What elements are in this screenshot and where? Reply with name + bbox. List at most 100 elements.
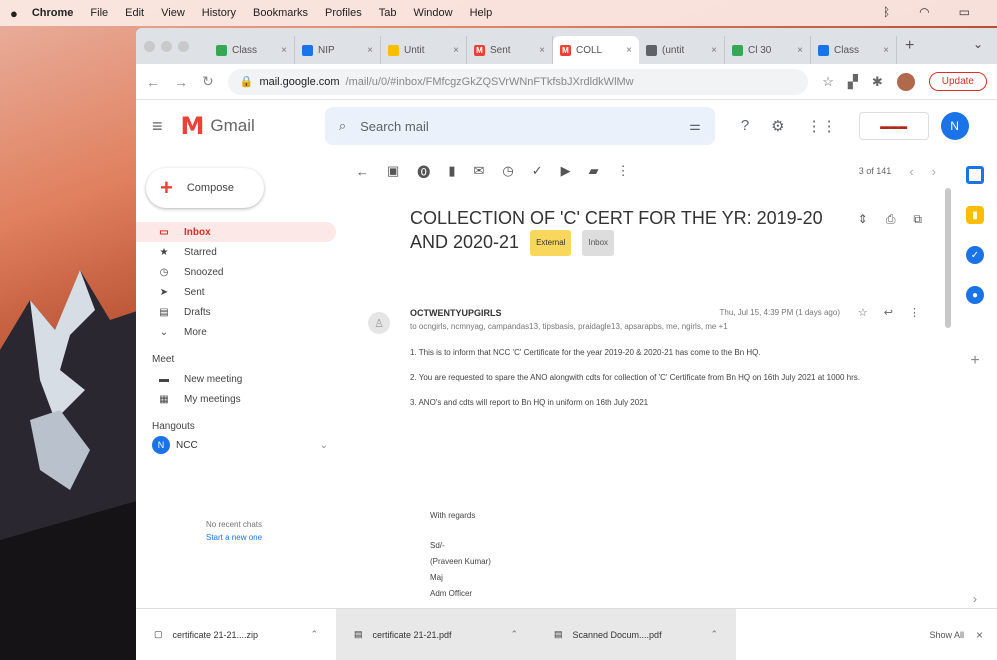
browser-tab[interactable]: (untit × [639, 36, 725, 64]
menu-window[interactable]: Window [413, 7, 452, 19]
download-item[interactable]: ▤ Scanned Docum....pdf ⌃ [536, 608, 736, 660]
hide-panel-icon[interactable]: › [973, 592, 977, 606]
hangouts-user[interactable]: N NCC ⌄ [136, 436, 346, 454]
menu-tab[interactable]: Tab [379, 7, 397, 19]
display-icon[interactable]: ▭ [959, 5, 970, 19]
tab-search-icon[interactable]: ⌄ [973, 37, 983, 51]
close-tab-icon[interactable]: × [539, 45, 545, 56]
label-icon[interactable]: ▰ [589, 163, 599, 179]
calendar-icon[interactable] [966, 166, 984, 184]
menu-file[interactable]: File [90, 7, 108, 19]
close-tab-icon[interactable]: × [711, 45, 717, 56]
close-tab-icon[interactable]: × [367, 45, 373, 56]
forward-icon[interactable]: → [174, 74, 188, 90]
sidebar-item-more[interactable]: ⌄ More [136, 322, 336, 342]
open-new-window-icon[interactable]: ⧉ [913, 212, 922, 227]
sidebar-item-sent[interactable]: ➤ Sent [136, 282, 336, 302]
sidebar-item-my-meetings[interactable]: ▦ My meetings [136, 389, 336, 409]
browser-tab[interactable]: NIP × [295, 36, 381, 64]
back-to-inbox-icon[interactable]: ← [356, 164, 369, 179]
newer-icon[interactable]: ‹ [909, 164, 913, 179]
close-window-button[interactable] [144, 40, 155, 52]
delete-icon[interactable]: ▮ [448, 163, 455, 179]
recipients[interactable]: to ocngirls, ncmnyag, campandas13, tipsb… [410, 322, 910, 331]
browser-tab-active[interactable]: M COLL × [553, 36, 639, 64]
close-tab-icon[interactable]: × [453, 45, 459, 56]
sidebar-item-starred[interactable]: ★ Starred [136, 242, 336, 262]
chevron-up-icon[interactable]: ⌃ [510, 629, 518, 640]
start-new-chat-link[interactable]: Start a new one [206, 531, 262, 544]
keep-icon[interactable]: ▮ [966, 206, 984, 224]
sidebar-item-inbox[interactable]: ▭ Inbox [136, 222, 336, 242]
add-task-icon[interactable]: ✓ [532, 163, 543, 179]
reply-icon[interactable]: ↩ [884, 306, 893, 319]
browser-tab[interactable]: M Sent × [467, 36, 553, 64]
address-bar[interactable]: 🔒 mail.google.com/mail/u/0/#inbox/FMfcgz… [227, 68, 809, 95]
sender-name[interactable]: OCTWENTYUPGIRLS [410, 308, 502, 318]
expand-arrows-icon[interactable]: ⇕ [858, 212, 868, 227]
compose-button[interactable]: + Compose [146, 168, 264, 208]
gmail-logo-icon[interactable]: M [181, 112, 205, 140]
show-all-downloads-button[interactable]: Show All [929, 630, 964, 640]
mark-unread-icon[interactable]: ✉ [473, 163, 484, 179]
bluetooth-icon[interactable]: ᛒ [883, 5, 890, 19]
close-icon[interactable]: × [976, 628, 983, 642]
browser-tab[interactable]: Untit × [381, 36, 467, 64]
search-input[interactable]: ⌕ Search mail ⚌ [324, 107, 715, 145]
sidebar-item-snoozed[interactable]: ◷ Snoozed [136, 262, 336, 282]
search-options-icon[interactable]: ⚌ [689, 118, 701, 134]
message-scrollbar[interactable] [945, 188, 951, 328]
apps-grid-icon[interactable]: ⋮⋮ [807, 117, 837, 135]
reload-icon[interactable]: ↻ [202, 73, 214, 90]
download-item[interactable]: ▤ certificate 21-21.pdf ⌃ [336, 608, 536, 660]
browser-tab[interactable]: Class × [811, 36, 897, 64]
print-icon[interactable]: ⎙ [886, 212, 896, 227]
close-tab-icon[interactable]: × [626, 45, 632, 56]
chevron-down-icon[interactable]: ⌄ [320, 440, 328, 451]
external-label[interactable]: External [530, 230, 572, 257]
back-icon[interactable]: ← [146, 74, 160, 90]
settings-icon[interactable]: ⚙ [771, 117, 784, 135]
report-spam-icon[interactable]: ⓿ [417, 162, 430, 181]
bookmark-star-icon[interactable]: ☆ [822, 74, 834, 90]
sidebar-item-drafts[interactable]: ▤ Drafts [136, 302, 336, 322]
sidebar-item-new-meeting[interactable]: ▬ New meeting [136, 369, 336, 389]
menu-help[interactable]: Help [470, 7, 493, 19]
snooze-icon[interactable]: ◷ [502, 163, 513, 179]
apple-icon[interactable]: ● [10, 6, 18, 21]
tasks-icon[interactable]: ✓ [966, 246, 984, 264]
puzzle-icon[interactable]: ✱ [872, 74, 883, 90]
browser-tab[interactable]: Class × [209, 36, 295, 64]
chevron-up-icon[interactable]: ⌃ [710, 629, 718, 640]
menu-chrome[interactable]: Chrome [32, 7, 74, 19]
search-icon[interactable]: ⌕ [339, 118, 346, 134]
download-item[interactable]: ▢ certificate 21-21....zip ⌃ [136, 609, 336, 660]
more-options-icon[interactable]: ⋮ [617, 163, 630, 179]
minimize-window-button[interactable] [161, 40, 172, 52]
contacts-icon[interactable]: ● [966, 286, 984, 304]
close-tab-icon[interactable]: × [883, 45, 889, 56]
close-tab-icon[interactable]: × [281, 45, 287, 56]
main-menu-icon[interactable]: ≡ [152, 116, 163, 137]
browser-tab[interactable]: Cl 30 × [725, 36, 811, 64]
menu-profiles[interactable]: Profiles [325, 7, 362, 19]
add-addon-icon[interactable]: + [970, 352, 979, 370]
maximize-window-button[interactable] [178, 40, 189, 52]
menu-view[interactable]: View [161, 7, 185, 19]
star-icon[interactable]: ☆ [858, 306, 868, 319]
chevron-up-icon[interactable]: ⌃ [310, 629, 318, 640]
wifi-icon[interactable]: ◠ [919, 5, 929, 19]
close-tab-icon[interactable]: × [797, 45, 803, 56]
menu-edit[interactable]: Edit [125, 7, 144, 19]
update-button[interactable]: Update [928, 72, 987, 91]
new-tab-button[interactable]: + [905, 37, 914, 55]
profile-avatar[interactable] [896, 72, 915, 91]
inbox-label[interactable]: Inbox [582, 230, 615, 257]
move-to-icon[interactable]: ▶ [561, 163, 571, 179]
account-avatar[interactable]: N [940, 112, 969, 140]
older-icon[interactable]: › [932, 164, 936, 179]
menu-bookmarks[interactable]: Bookmarks [253, 7, 308, 19]
help-icon[interactable]: ? [741, 117, 749, 135]
menu-history[interactable]: History [202, 7, 236, 19]
more-options-icon[interactable]: ⋮ [909, 306, 920, 319]
